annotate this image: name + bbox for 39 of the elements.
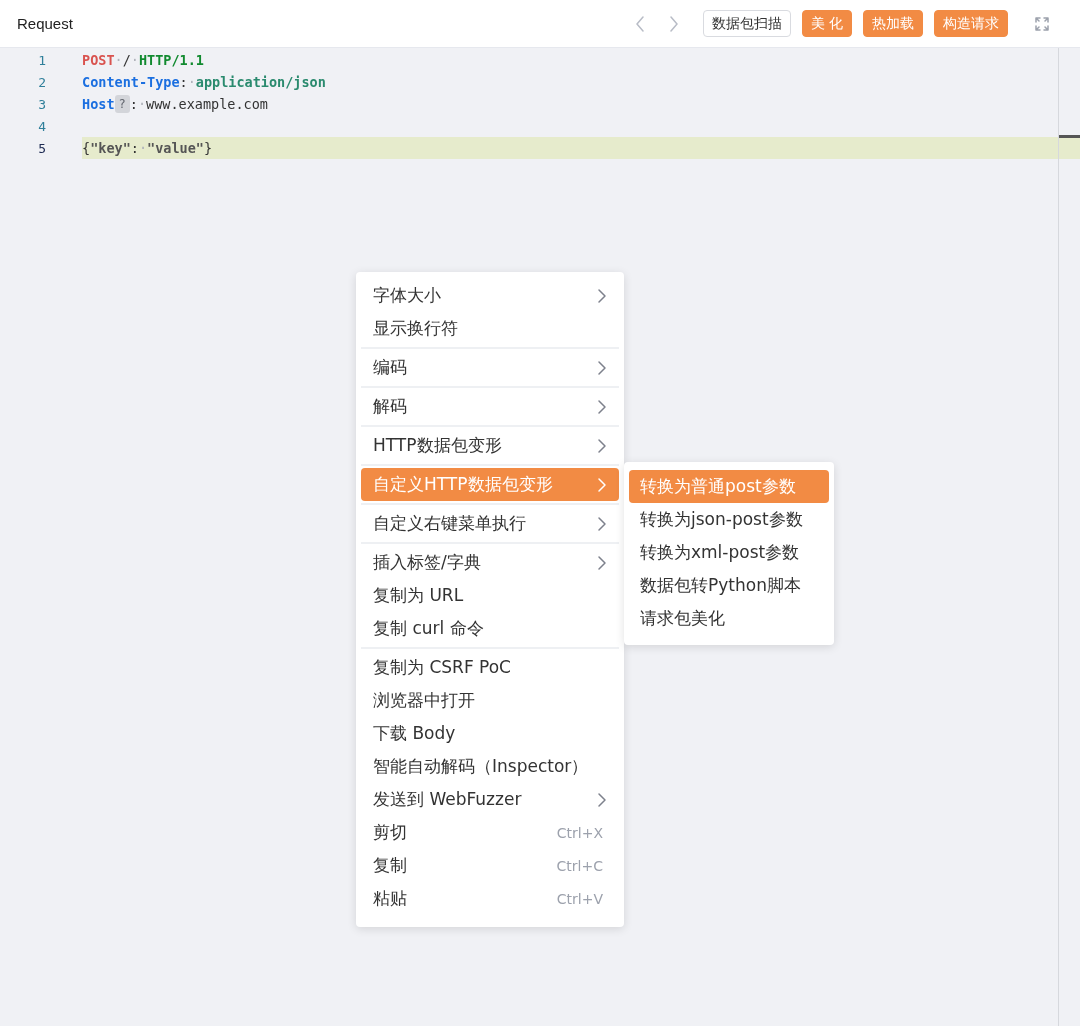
code-line: Host ? :·www.example.com bbox=[82, 94, 268, 115]
menu-item[interactable]: 发送到 WebFuzzer bbox=[361, 783, 619, 816]
menu-item[interactable]: 编码 bbox=[361, 351, 619, 384]
code-line: POST·/·HTTP/1.1 bbox=[82, 51, 204, 70]
line-number: 3 bbox=[37, 96, 46, 112]
fullscreen-icon[interactable] bbox=[1035, 16, 1049, 31]
menu-item[interactable]: HTTP数据包变形 bbox=[361, 429, 619, 462]
shortcut-label: Ctrl+C bbox=[556, 857, 603, 874]
menu-item[interactable]: 复制 Ctrl+C bbox=[361, 849, 619, 882]
menu-item[interactable]: 粘贴 Ctrl+V bbox=[361, 882, 619, 915]
panel-title: Request bbox=[17, 15, 73, 32]
shortcut-label: Ctrl+X bbox=[556, 824, 603, 841]
menu-item[interactable]: 下载 Body bbox=[361, 717, 619, 750]
menu-item[interactable]: 复制为 CSRF PoC bbox=[361, 651, 619, 684]
menu-item[interactable]: 复制 curl 命令 bbox=[361, 612, 619, 645]
menu-item[interactable]: 剪切 Ctrl+X bbox=[361, 816, 619, 849]
menu-item[interactable]: 转换为json-post参数 bbox=[629, 503, 829, 536]
back-icon[interactable] bbox=[634, 15, 645, 32]
line-number: 5 bbox=[37, 140, 46, 156]
menu-item[interactable]: 浏览器中打开 bbox=[361, 684, 619, 717]
line-number: 2 bbox=[37, 74, 46, 90]
code-line: Content-Type:·application/json bbox=[82, 73, 326, 92]
menu-item[interactable]: 复制为 URL bbox=[361, 579, 619, 612]
menu-item[interactable]: 自定义右键菜单执行 bbox=[361, 507, 619, 540]
menu-item[interactable]: 转换为xml-post参数 bbox=[629, 536, 829, 569]
menu-item[interactable]: 数据包转Python脚本 bbox=[629, 569, 829, 602]
menu-item[interactable]: 请求包美化 bbox=[629, 602, 829, 635]
line-number: 4 bbox=[37, 118, 46, 134]
toolbar-button[interactable]: 数据包扫描 bbox=[702, 10, 791, 37]
menu-item[interactable]: 插入标签/字典 bbox=[361, 546, 619, 579]
menu-item[interactable]: 解码 bbox=[361, 390, 619, 423]
scroll-marker bbox=[1059, 135, 1080, 138]
menu-item[interactable]: 显示换行符 bbox=[361, 312, 619, 345]
line-number: 1 bbox=[37, 52, 46, 68]
forward-icon[interactable] bbox=[668, 15, 679, 32]
shortcut-label: Ctrl+V bbox=[556, 890, 603, 907]
hint-badge: ? bbox=[114, 95, 130, 113]
menu-item[interactable]: 字体大小 bbox=[361, 279, 619, 312]
menu-item[interactable]: 智能自动解码（Inspector） bbox=[361, 750, 619, 783]
